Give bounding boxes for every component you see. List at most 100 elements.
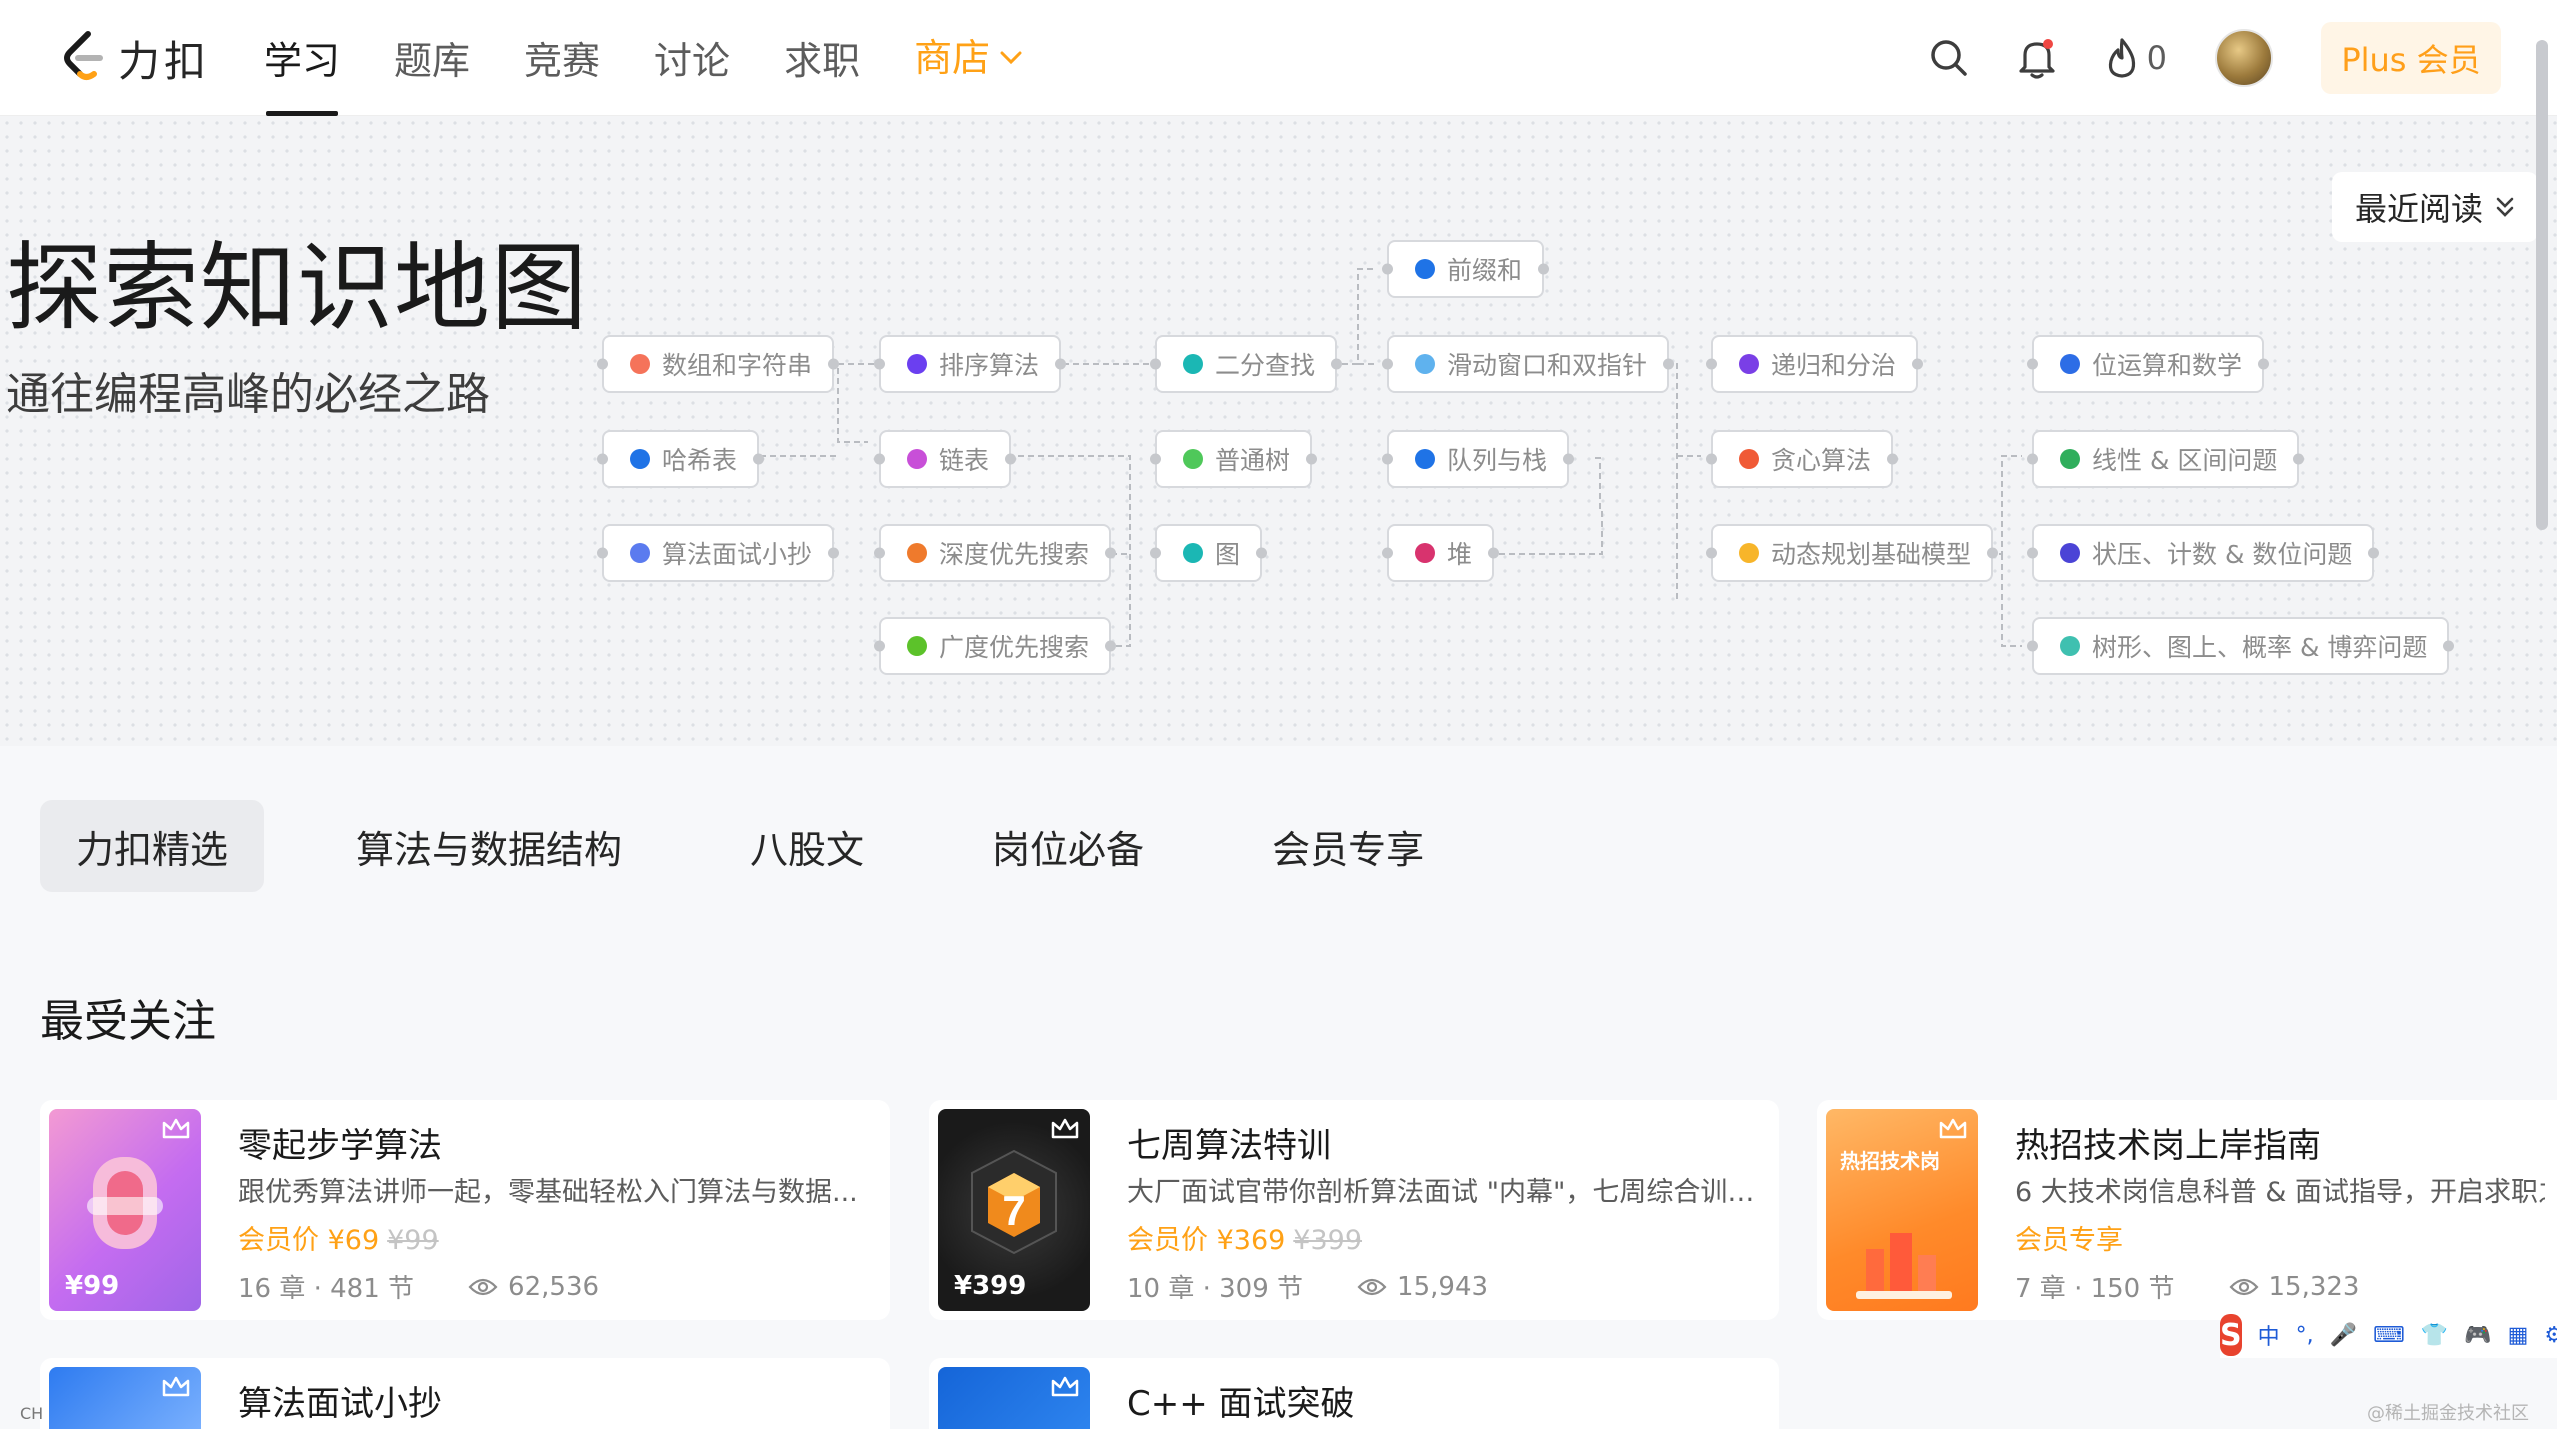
sogou-ime-logo-icon[interactable]: S	[2220, 1314, 2242, 1356]
map-node-hash-table[interactable]: 哈希表	[597, 430, 765, 488]
tab-job-essentials[interactable]: 岗位必备	[956, 800, 1180, 892]
course-cover-graphic	[1856, 1233, 1952, 1299]
map-node-queue-stack[interactable]: 队列与栈	[1382, 430, 1575, 488]
course-title: 算法面试小抄	[238, 1384, 442, 1424]
double-chevron-down-icon	[2496, 197, 2514, 217]
ime-keyboard-icon[interactable]: ⌨	[2373, 1323, 2405, 1348]
ime-voice-icon[interactable]: 🎤	[2330, 1323, 2357, 1348]
map-node-prefix-sum[interactable]: 前缀和	[1382, 240, 1550, 298]
cover-price: ¥399	[954, 1271, 1027, 1301]
node-port	[1987, 547, 1999, 559]
course-description: 跟优秀算法讲师一起，零基础轻松入门算法与数据...	[238, 1177, 858, 1208]
course-card[interactable]: ¥99 零起步学算法 跟优秀算法讲师一起，零基础轻松入门算法与数据... 会员价…	[40, 1100, 890, 1320]
ime-mode-chinese[interactable]: 中	[2258, 1319, 2280, 1351]
original-price: ¥399	[1293, 1225, 1363, 1256]
recent-reading-button[interactable]: 最近阅读	[2332, 172, 2538, 242]
ime-skin-icon[interactable]: 👕	[2421, 1323, 2448, 1348]
top-navigation-bar: 力扣 学习 题库 竞赛 讨论 求职 商店 0 Plus 会员	[0, 0, 2557, 116]
node-dot	[1415, 449, 1435, 469]
course-cover-graphic	[87, 1157, 163, 1249]
course-cover	[938, 1367, 1090, 1429]
recent-reading-label: 最近阅读	[2354, 190, 2483, 228]
node-port	[1488, 547, 1500, 559]
node-dot	[1739, 354, 1759, 374]
map-node-sliding-window[interactable]: 滑动窗口和双指针	[1382, 335, 1675, 393]
tab-interview-basics[interactable]: 八股文	[714, 800, 900, 892]
node-port	[1706, 358, 1717, 370]
nav-contest[interactable]: 竞赛	[524, 0, 600, 116]
map-node-heap[interactable]: 堆	[1382, 524, 1500, 582]
cover-price: ¥99	[65, 1271, 120, 1301]
header-tools: 0 Plus 会员	[1881, 0, 2501, 116]
map-node-interview-cheatsheet[interactable]: 算法面试小抄	[597, 524, 840, 582]
map-node-sorting[interactable]: 排序算法	[874, 335, 1067, 393]
course-title: 七周算法特训	[1127, 1126, 1331, 1166]
leetcode-logo[interactable]: 力扣	[58, 28, 210, 88]
node-port	[753, 453, 765, 465]
page-scrollbar-thumb[interactable]	[2536, 40, 2548, 530]
map-node-linear-interval[interactable]: 线性 & 区间问题	[2027, 430, 2305, 488]
nav-learn-label: 学习	[264, 39, 341, 83]
tab-algorithms[interactable]: 算法与数据结构	[320, 800, 658, 892]
nav-jobs[interactable]: 求职	[784, 0, 860, 116]
original-price: ¥99	[387, 1225, 439, 1256]
node-port	[1306, 453, 1318, 465]
nav-contest-label: 竞赛	[524, 39, 601, 83]
tab-members-only[interactable]: 会员专享	[1236, 800, 1460, 892]
nav-store[interactable]: 商店	[914, 0, 1022, 116]
map-node-bitmask-counting[interactable]: 状压、计数 & 数位问题	[2027, 524, 2380, 582]
map-node-bfs[interactable]: 广度优先搜索	[874, 617, 1117, 675]
map-node-label: 队列与栈	[1447, 446, 1548, 475]
notification-button[interactable]	[2017, 37, 2057, 79]
course-card[interactable]: C++ 面试突破	[929, 1358, 1779, 1429]
course-card[interactable]: 热招技术岗 热招技术岗上岸指南 6 大技术岗信息科普 & 面试指导，开启求职之 …	[1817, 1100, 2557, 1320]
nav-learn[interactable]: 学习	[264, 0, 340, 116]
user-avatar-button[interactable]	[2215, 29, 2273, 87]
map-node-dfs[interactable]: 深度优先搜索	[874, 524, 1117, 582]
hero-title: 探索知识地图	[6, 232, 588, 344]
map-node-label: 滑动窗口和双指针	[1447, 351, 1648, 380]
leetcode-logo-icon	[64, 31, 103, 80]
plus-membership-button[interactable]: Plus 会员	[2321, 22, 2501, 94]
nav-discuss[interactable]: 讨论	[654, 0, 730, 116]
ime-apps-icon[interactable]: ▦	[2508, 1323, 2529, 1348]
map-node-array-string[interactable]: 数组和字符串	[597, 335, 840, 393]
node-dot	[2060, 636, 2080, 656]
map-node-graph[interactable]: 图	[1150, 524, 1268, 582]
nav-store-label: 商店	[914, 36, 991, 80]
node-port	[1005, 453, 1017, 465]
node-port	[2027, 547, 2038, 559]
course-card[interactable]: 7 ¥399 七周算法特训 大厂面试官带你剖析算法面试 "内幕"，七周综合训练.…	[929, 1100, 1779, 1320]
node-dot	[1739, 543, 1759, 563]
map-node-recursion[interactable]: 递归和分治	[1706, 335, 1924, 393]
cover-badge-text: 热招技术岗	[1840, 1149, 1940, 1173]
ime-settings-icon[interactable]: ⚙	[2544, 1323, 2557, 1348]
course-cover: 7 ¥399	[938, 1109, 1090, 1311]
map-node-label: 线性 & 区间问题	[2092, 446, 2278, 475]
map-node-binary-search[interactable]: 二分查找	[1150, 335, 1343, 393]
map-node-label: 状压、计数 & 数位问题	[2092, 540, 2353, 569]
watermark: @稀土掘金技术社区	[2367, 1403, 2529, 1424]
course-cover-graphic: 7	[971, 1149, 1057, 1255]
course-card[interactable]: 算法面试小抄	[40, 1358, 890, 1429]
course-cover: ¥99	[49, 1109, 201, 1311]
map-node-tree[interactable]: 普通树	[1150, 430, 1318, 488]
map-node-tree-graph-prob-game[interactable]: 树形、图上、概率 & 博弈问题	[2027, 617, 2455, 675]
ime-punctuation[interactable]: °,	[2296, 1323, 2314, 1348]
map-node-bit-math[interactable]: 位运算和数学	[2027, 335, 2270, 393]
map-node-dp-basics[interactable]: 动态规划基础模型	[1706, 524, 1999, 582]
map-node-greedy[interactable]: 贪心算法	[1706, 430, 1899, 488]
node-dot	[2060, 543, 2080, 563]
node-port	[2443, 640, 2455, 652]
ime-game-icon[interactable]: 🎮	[2464, 1323, 2491, 1348]
node-port	[1150, 453, 1161, 465]
chevron-down-icon	[1000, 51, 1022, 65]
node-port	[1105, 547, 1117, 559]
search-button[interactable]	[1929, 38, 1969, 78]
map-node-linked-list[interactable]: 链表	[874, 430, 1017, 488]
flame-icon	[2108, 38, 2135, 78]
streak-counter[interactable]: 0	[2105, 37, 2167, 79]
nav-problemset[interactable]: 题库	[394, 0, 470, 116]
tab-featured[interactable]: 力扣精选	[40, 800, 265, 892]
view-count: 15,943	[1357, 1272, 1488, 1302]
